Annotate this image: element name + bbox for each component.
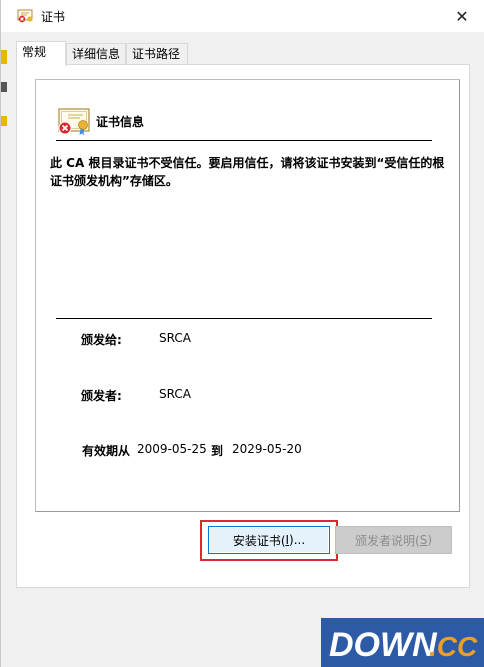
install-certificate-button[interactable]: 安装证书(I)...	[208, 526, 330, 554]
watermark-graphic: DOWN .CC	[321, 618, 484, 667]
background-window-edge	[1, 32, 7, 126]
issued-by-label: 颁发者:	[81, 389, 122, 403]
watermark-text-suffix: .CC	[429, 631, 478, 662]
tab-certification-path[interactable]: 证书路径	[126, 43, 188, 65]
site-watermark-logo: DOWN .CC	[321, 618, 484, 667]
details-divider	[56, 318, 432, 319]
tab-details[interactable]: 详细信息	[66, 43, 126, 65]
certificate-window: 证书 ✕ 常规 详细信息 证书路径 证书信息 此 CA 根目录证书不受信任。要启…	[0, 0, 484, 667]
install-button-label: 安装证书(	[232, 533, 286, 548]
valid-to-date: 2029-05-20	[232, 442, 302, 456]
install-button-suffix: )...	[289, 533, 306, 547]
watermark-text-main: DOWN	[329, 626, 438, 664]
issuer-statement-button[interactable]: 颁发者说明(S)	[335, 526, 452, 554]
window-title: 证书	[41, 10, 66, 24]
issued-by-value: SRCA	[159, 387, 191, 401]
close-button[interactable]: ✕	[439, 0, 484, 32]
title-bar: 证书 ✕	[1, 0, 484, 32]
header-divider	[56, 140, 432, 141]
tab-general[interactable]: 常规	[16, 41, 66, 66]
valid-from-date: 2009-05-25	[137, 442, 207, 456]
certificate-icon	[17, 9, 33, 23]
issuer-button-accesskey: S	[419, 533, 428, 547]
issued-to-label: 颁发给:	[81, 333, 122, 347]
certificate-info-box: 证书信息 此 CA 根目录证书不受信任。要启用信任，请将该证书安装到“受信任的根…	[35, 79, 460, 512]
certificate-info-title: 证书信息	[96, 115, 145, 129]
issuer-button-label: 颁发者说明(	[355, 533, 420, 548]
general-tab-panel: 证书信息 此 CA 根目录证书不受信任。要启用信任，请将该证书安装到“受信任的根…	[16, 64, 470, 588]
issued-to-value: SRCA	[159, 331, 191, 345]
certificate-error-icon	[58, 108, 90, 136]
trust-warning-text: 此 CA 根目录证书不受信任。要启用信任，请将该证书安装到“受信任的根证书颁发机…	[50, 156, 445, 188]
valid-from-label: 有效期从	[82, 444, 131, 458]
valid-to-label: 到	[211, 444, 224, 458]
issuer-button-suffix: )	[427, 533, 432, 547]
close-icon: ✕	[455, 6, 469, 26]
